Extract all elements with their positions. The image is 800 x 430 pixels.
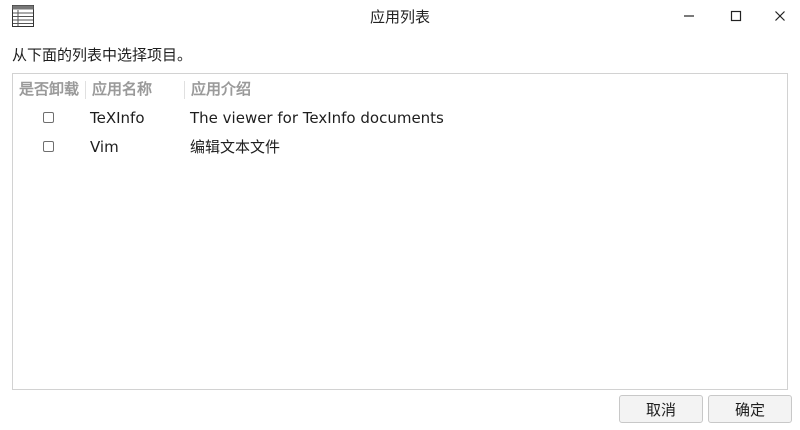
maximize-button[interactable] xyxy=(721,4,751,28)
maximize-icon xyxy=(730,10,742,22)
minimize-icon xyxy=(683,10,695,22)
title-bar: 应用列表 xyxy=(0,0,800,34)
close-button[interactable] xyxy=(765,4,795,28)
instruction-text: 从下面的列表中选择项目。 xyxy=(12,46,193,64)
column-header-app-description[interactable]: 应用介绍 xyxy=(191,74,251,104)
list-header: 是否卸载 应用名称 应用介绍 xyxy=(13,74,787,104)
app-list[interactable]: 是否卸载 应用名称 应用介绍 TeXInfo The viewer for Te… xyxy=(12,73,788,390)
cancel-button[interactable]: 取消 xyxy=(619,395,703,423)
app-name: Vim xyxy=(90,138,119,156)
app-description: 编辑文本文件 xyxy=(190,138,281,156)
column-divider[interactable] xyxy=(184,81,185,99)
minimize-button[interactable] xyxy=(674,4,704,28)
list-item[interactable]: Vim 编辑文本文件 xyxy=(13,133,787,162)
app-name: TeXInfo xyxy=(90,109,145,127)
uninstall-checkbox[interactable] xyxy=(43,112,54,123)
app-description: The viewer for TexInfo documents xyxy=(190,109,444,127)
column-header-uninstall[interactable]: 是否卸载 xyxy=(19,74,79,104)
column-header-app-name[interactable]: 应用名称 xyxy=(92,74,152,104)
uninstall-checkbox[interactable] xyxy=(43,141,54,152)
close-icon xyxy=(774,10,786,22)
ok-button[interactable]: 确定 xyxy=(708,395,792,423)
column-divider[interactable] xyxy=(85,81,86,99)
list-item[interactable]: TeXInfo The viewer for TexInfo documents xyxy=(13,104,787,133)
